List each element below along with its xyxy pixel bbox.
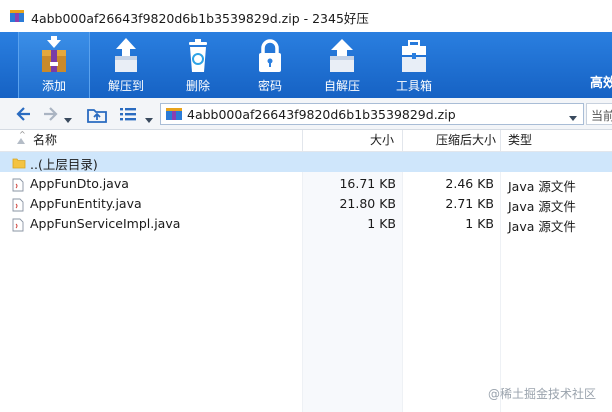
lock-icon: [259, 39, 281, 72]
column-header-name-arrow: [16, 130, 26, 152]
file-size: 16.71 KB: [339, 176, 396, 191]
up-folder-icon[interactable]: [86, 104, 108, 128]
path-field[interactable]: 4abb000af26643f9820d6b1b3539829d.zip: [160, 103, 584, 125]
folder-icon: [12, 155, 26, 174]
self-extract-icon: [330, 39, 354, 72]
toolbox-icon: [402, 40, 426, 72]
file-type: Java 源文件: [508, 199, 576, 214]
file-size: 1 KB: [367, 216, 396, 231]
path-text: 4abb000af26643f9820d6b1b3539829d.zip: [187, 107, 456, 122]
add-button-label: 添加: [41, 79, 66, 93]
list-item[interactable]: AppFunServiceImpl.java 1 KB 1 KB Java 源文…: [0, 214, 612, 234]
list-item-parent-folder[interactable]: ..(上层目录): [0, 152, 612, 172]
list-item[interactable]: AppFunEntity.java 21.80 KB 2.71 KB Java …: [0, 194, 612, 214]
toolbox-label: 工具箱: [395, 79, 432, 93]
delete-trash-icon: [189, 39, 207, 72]
column-header-packed-size[interactable]: 压缩后大小: [436, 130, 496, 152]
view-dropdown-icon[interactable]: [144, 110, 154, 129]
watermark: @稀土掘金技术社区: [488, 387, 597, 401]
password-label: 密码: [257, 79, 282, 93]
app-window: 4abb000af26643f9820d6b1b3539829d.zip - 2…: [0, 0, 612, 412]
file-name: AppFunServiceImpl.java: [30, 216, 181, 231]
file-name: AppFunDto.java: [30, 176, 129, 191]
app-logo-icon: [9, 8, 25, 24]
column-divider[interactable]: [500, 130, 501, 152]
delete-label: 删除: [185, 79, 210, 93]
file-packed-size: 2.71 KB: [445, 196, 494, 211]
history-dropdown-icon[interactable]: [63, 110, 73, 129]
search-field[interactable]: 当前: [586, 103, 612, 125]
column-header-type[interactable]: 类型: [508, 130, 532, 152]
column-header-name[interactable]: 名称: [33, 130, 57, 152]
main-toolbar: 添加 解压到 删除 密码 自解压 工具箱 高效: [0, 32, 612, 98]
self-extract-label: 自解压: [323, 79, 360, 93]
zip-archive-icon: [165, 106, 183, 126]
back-arrow-icon[interactable]: [14, 104, 34, 128]
file-packed-size: 1 KB: [465, 216, 494, 231]
file-name: ..(上层目录): [30, 157, 98, 172]
password-button[interactable]: 密码: [234, 32, 306, 98]
list-header: ^ 名称 大小 压缩后大小 类型: [0, 130, 612, 152]
file-type: Java 源文件: [508, 179, 576, 194]
extract-to-icon: [115, 38, 137, 72]
column-header-size[interactable]: 大小: [370, 130, 394, 152]
add-archive-icon: [42, 36, 66, 72]
brand-slogan: 高效: [590, 76, 612, 91]
window-title: 4abb000af26643f9820d6b1b3539829d.zip - 2…: [31, 11, 369, 26]
address-bar: 4abb000af26643f9820d6b1b3539829d.zip 当前: [0, 98, 612, 130]
file-packed-size: 2.46 KB: [445, 176, 494, 191]
java-file-icon: [12, 217, 24, 236]
column-divider[interactable]: [402, 130, 403, 152]
extract-to-label: 解压到: [107, 79, 144, 93]
path-dropdown-icon[interactable]: [568, 108, 578, 127]
toolbox-button[interactable]: 工具箱: [378, 32, 450, 98]
title-bar: 4abb000af26643f9820d6b1b3539829d.zip - 2…: [0, 0, 612, 32]
view-list-icon[interactable]: [118, 104, 138, 128]
forward-arrow-icon[interactable]: [40, 104, 60, 128]
self-extract-button[interactable]: 自解压: [306, 32, 378, 98]
file-name: AppFunEntity.java: [30, 196, 142, 211]
extract-to-button[interactable]: 解压到: [90, 32, 162, 98]
add-button[interactable]: 添加: [18, 32, 90, 98]
delete-button[interactable]: 删除: [162, 32, 234, 98]
file-type: Java 源文件: [508, 219, 576, 234]
file-list: ..(上层目录) AppFunDto.java 16.71 KB 2.46 KB…: [0, 152, 612, 412]
list-item[interactable]: AppFunDto.java 16.71 KB 2.46 KB Java 源文件: [0, 174, 612, 194]
column-divider[interactable]: [302, 130, 303, 152]
search-scope-text: 当前: [591, 109, 612, 123]
file-size: 21.80 KB: [339, 196, 396, 211]
